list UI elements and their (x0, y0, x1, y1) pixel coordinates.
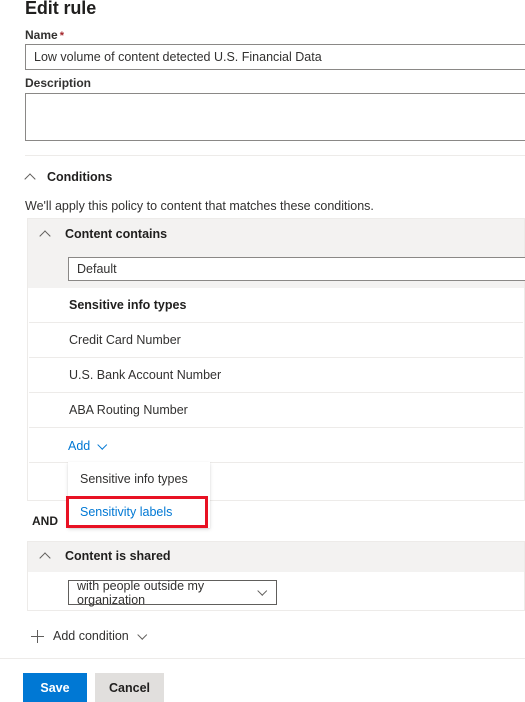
chevron-down-icon (98, 441, 109, 452)
edit-rule-panel: Edit rule Name* Description Conditions W… (0, 0, 525, 702)
card-title-content-contains[interactable]: Content contains (40, 227, 167, 241)
add-condition-button[interactable]: Add condition (31, 629, 149, 643)
content-shared-select[interactable]: with people outside my organization (68, 578, 277, 607)
cancel-button[interactable]: Cancel (95, 673, 164, 702)
menu-item-label: Sensitive info types (80, 471, 188, 486)
add-dropdown-menu: Sensitive info types Sensitivity labels (68, 462, 210, 528)
section-divider-top (25, 155, 525, 156)
group-name-input[interactable] (68, 257, 525, 281)
list-item-label: Credit Card Number (69, 333, 181, 347)
card-title-label: Content contains (65, 227, 168, 241)
footer-divider (0, 658, 525, 659)
description-field-label: Description (25, 76, 91, 90)
required-asterisk: * (59, 30, 64, 42)
chevron-down-icon (258, 587, 269, 598)
chevron-down-icon (138, 631, 149, 642)
page-title: Edit rule (25, 0, 97, 18)
chevron-up-icon (40, 228, 53, 241)
list-item-label: ABA Routing Number (69, 403, 188, 417)
chevron-up-icon (40, 550, 53, 563)
plus-icon (31, 629, 44, 643)
card-title-content-is-shared[interactable]: Content is shared (40, 549, 171, 563)
save-button[interactable]: Save (23, 673, 87, 702)
conditions-section-header[interactable]: Conditions (25, 170, 112, 184)
list-item-label: U.S. Bank Account Number (69, 368, 222, 382)
add-link-label: Add (68, 439, 91, 453)
add-sensitive-info-button[interactable]: Add (68, 439, 109, 453)
condition-operator-and: AND (32, 514, 58, 528)
list-item[interactable]: ABA Routing Number (29, 393, 523, 428)
list-item[interactable]: Credit Card Number (29, 323, 523, 358)
list-item[interactable]: U.S. Bank Account Number (29, 358, 523, 393)
description-input[interactable] (25, 93, 525, 141)
chevron-up-icon (25, 171, 38, 184)
name-field-label: Name * (25, 28, 64, 42)
card-title-label: Content is shared (65, 549, 171, 563)
menu-item-sensitivity-labels[interactable]: Sensitivity labels (68, 495, 210, 528)
menu-item-label: Sensitivity labels (80, 504, 173, 519)
sensitive-info-types-header: Sensitive info types (29, 288, 523, 323)
description-label-text: Description (25, 76, 92, 90)
menu-item-sensitive-info-types[interactable]: Sensitive info types (68, 462, 210, 495)
list-header-label: Sensitive info types (69, 298, 187, 312)
name-input[interactable] (25, 44, 525, 70)
content-shared-select-value: with people outside my organization (77, 578, 205, 607)
conditions-helper-text: We'll apply this policy to content that … (25, 199, 374, 213)
name-label-text: Name (25, 28, 58, 42)
conditions-header-label: Conditions (47, 170, 113, 184)
add-condition-label: Add condition (53, 629, 129, 643)
